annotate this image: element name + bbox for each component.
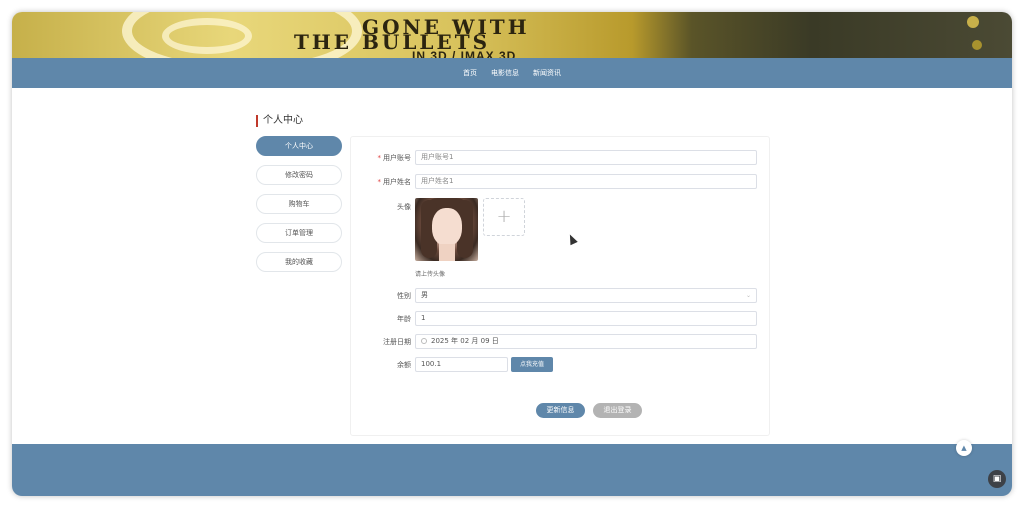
movie-banner: GONE WITH THE BULLETS IN 3D / IMAX 3D: [12, 12, 1012, 58]
form-row-reg-date: 注册日期 2025 年 02 月 09 日: [351, 334, 771, 350]
nav-item-home[interactable]: 首页: [463, 68, 477, 78]
gender-select[interactable]: 男 ⌄: [415, 288, 757, 303]
sidebar-item-orders[interactable]: 订单管理: [256, 223, 342, 243]
reg-date-picker[interactable]: 2025 年 02 月 09 日: [415, 334, 757, 349]
banner-decoration: [967, 16, 979, 28]
banner-decoration: [972, 40, 982, 50]
plus-icon: +: [496, 206, 512, 227]
recharge-button[interactable]: 点我充值: [511, 357, 553, 372]
avatar-hint: 请上传头像: [415, 271, 446, 278]
form-row-balance: 余额 100.1 点我充值: [351, 357, 771, 373]
main-content: 个人中心 个人中心 修改密码 购物车 订单管理 我的收藏 * 用户账号 用户账号1…: [12, 88, 1012, 444]
nav-item-movies[interactable]: 电影信息: [491, 68, 519, 78]
age-label: 年龄: [397, 315, 411, 323]
logout-button[interactable]: 退出登录: [593, 403, 642, 418]
account-label: * 用户账号: [377, 154, 412, 162]
top-nav: 首页 电影信息 新闻资讯: [12, 58, 1012, 88]
arrow-up-icon[interactable]: ▲: [956, 440, 972, 456]
avatar-upload-button[interactable]: +: [483, 198, 525, 236]
footer: [12, 444, 1012, 496]
chevron-down-icon: ⌄: [745, 292, 751, 299]
banner-subtitle: IN 3D / IMAX 3D: [412, 49, 517, 58]
form-row-name: * 用户姓名 用户姓名1: [351, 174, 771, 190]
form-row-account: * 用户账号 用户账号1: [351, 150, 771, 166]
balance-label: 余额: [397, 361, 411, 369]
avatar-label: 头像: [397, 203, 411, 211]
update-info-button[interactable]: 更新信息: [536, 403, 585, 418]
form-row-avatar: 头像: [351, 199, 771, 215]
name-input[interactable]: 用户姓名1: [415, 174, 757, 189]
form-row-age: 年龄 1: [351, 311, 771, 327]
sidebar-item-favorites[interactable]: 我的收藏: [256, 252, 342, 272]
profile-form: *用户账号 用户账号1 *用户姓名 用户姓名1 头像 + 请上传头像 性别: [350, 136, 770, 436]
name-label: * 用户姓名: [377, 178, 412, 186]
screenshot-icon[interactable]: ▣: [988, 470, 1006, 488]
form-row-gender: 性别 男 ⌄: [351, 288, 771, 304]
balance-input[interactable]: 100.1: [415, 357, 508, 372]
calendar-icon: [421, 338, 427, 344]
avatar-image[interactable]: [415, 198, 478, 261]
sidebar: 个人中心 修改密码 购物车 订单管理 我的收藏: [256, 136, 342, 281]
page-title: 个人中心: [256, 115, 303, 127]
sidebar-item-profile[interactable]: 个人中心: [256, 136, 342, 156]
sidebar-item-cart[interactable]: 购物车: [256, 194, 342, 214]
gender-label: 性别: [397, 292, 411, 300]
age-input[interactable]: 1: [415, 311, 757, 326]
sidebar-item-change-password[interactable]: 修改密码: [256, 165, 342, 185]
browser-window: GONE WITH THE BULLETS IN 3D / IMAX 3D 首页…: [12, 12, 1012, 496]
account-input[interactable]: 用户账号1: [415, 150, 757, 165]
banner-swirl-inner: [162, 18, 252, 54]
reg-date-label: 注册日期: [383, 338, 411, 346]
nav-item-news[interactable]: 新闻资讯: [533, 68, 561, 78]
